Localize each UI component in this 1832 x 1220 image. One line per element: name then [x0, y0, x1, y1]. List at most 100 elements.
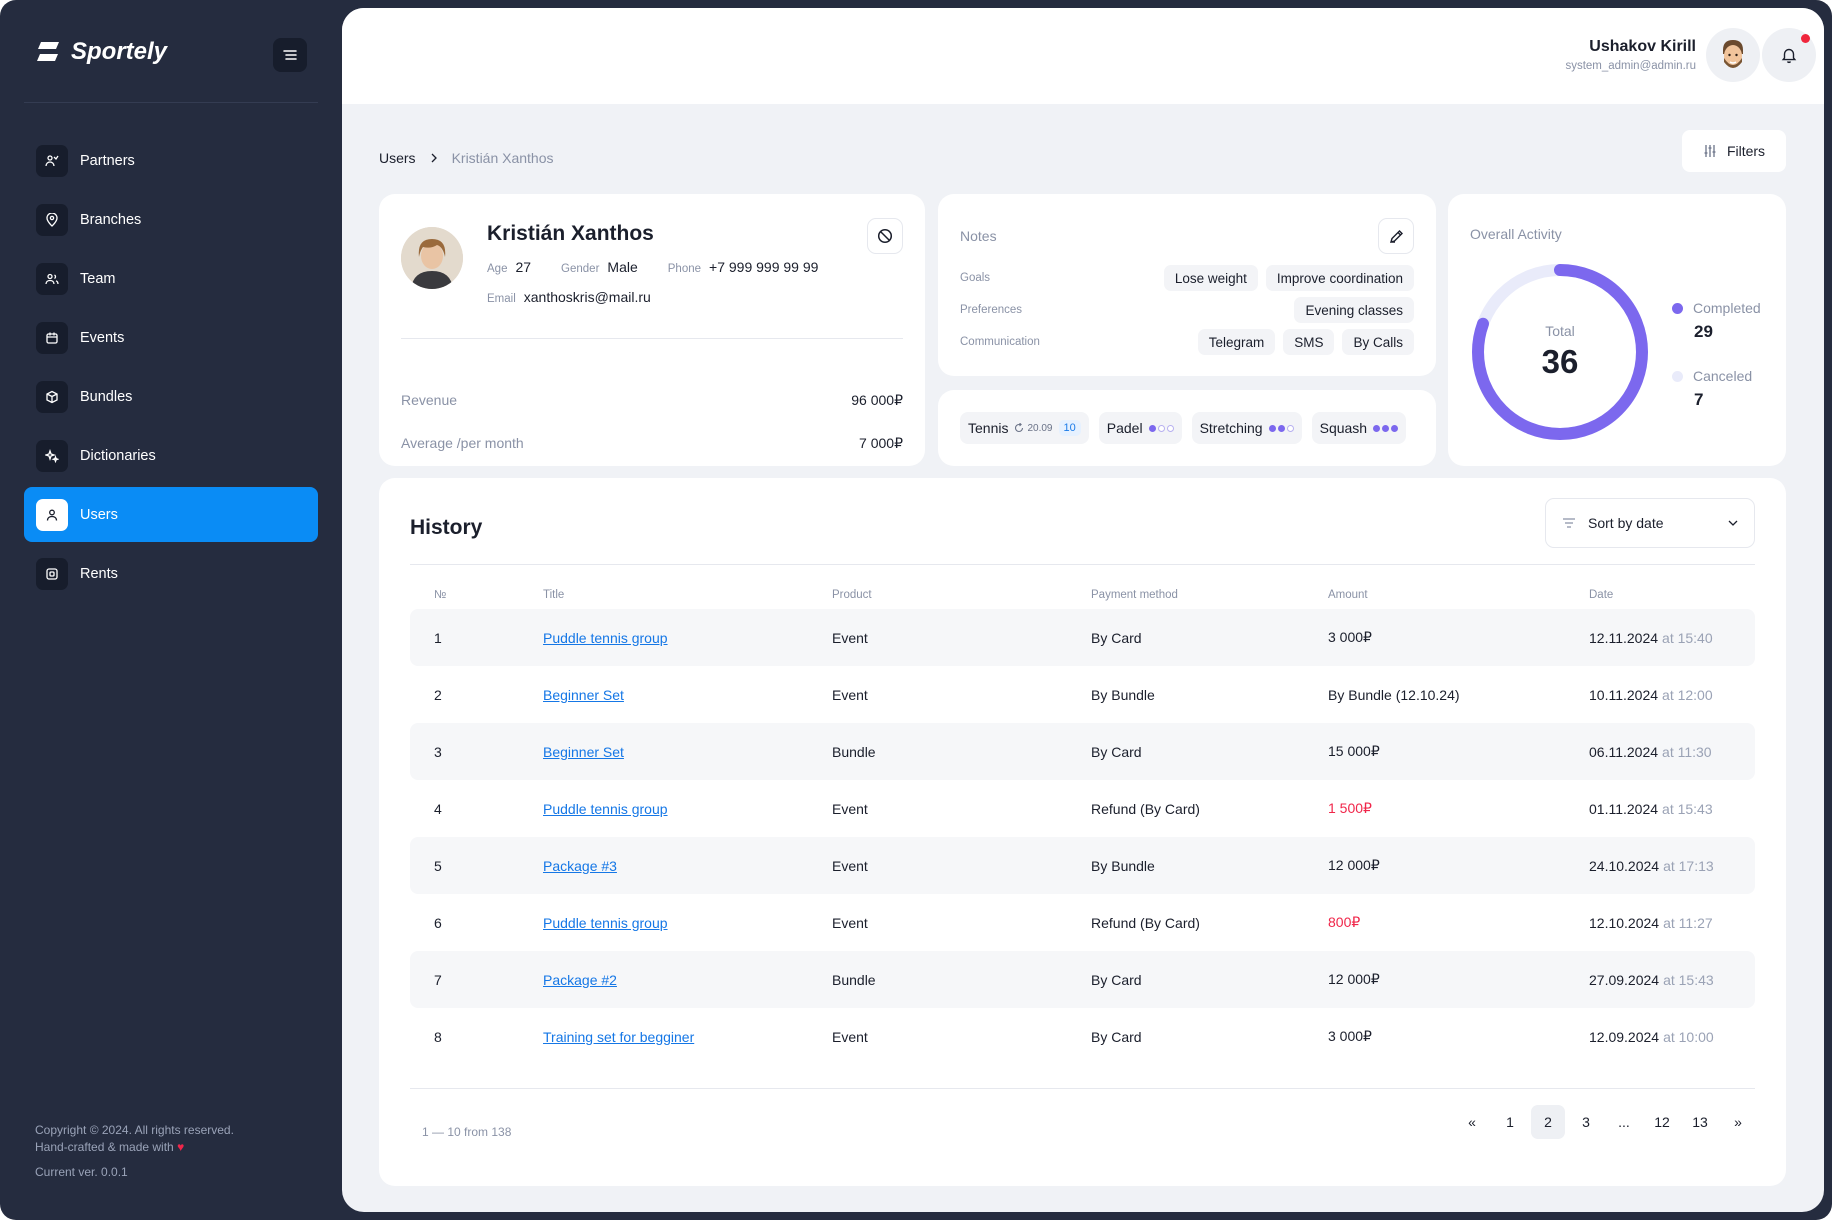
sidebar-item-label: Events: [80, 329, 125, 346]
menu-toggle-button[interactable]: [273, 38, 307, 72]
sport-chip-tennis[interactable]: Tennis 20.09 10: [960, 412, 1089, 444]
table-header: № Title Product Payment method Amount Da…: [410, 586, 1755, 604]
column-header: №: [434, 589, 447, 601]
app-window: Sportely Partners Branches Team Events B…: [0, 0, 1832, 1220]
legend-swatch: [1672, 370, 1683, 382]
row-title-cell: Puddle tennis group: [543, 894, 668, 951]
sidebar-nav: Partners Branches Team Events Bundles Di…: [24, 133, 318, 605]
sidebar-item-team[interactable]: Team: [24, 251, 318, 306]
tag: Lose weight: [1163, 265, 1258, 291]
row-payment-method: Refund (By Card): [1091, 800, 1200, 817]
sidebar-item-dictionaries[interactable]: Dictionaries: [24, 428, 318, 483]
page-button[interactable]: 12: [1645, 1105, 1679, 1139]
row-time: at 12:00: [1662, 686, 1713, 703]
last-page-button[interactable]: »: [1721, 1105, 1755, 1139]
row-date-cell: 06.11.2024 at 11:30: [1589, 723, 1712, 780]
location-pin-icon: [36, 203, 68, 236]
row-title-cell: Package #2: [543, 951, 617, 1008]
rent-icon: [36, 557, 68, 590]
row-date-cell: 01.11.2024 at 15:43: [1589, 780, 1713, 837]
row-payment-method: Refund (By Card): [1091, 914, 1200, 931]
row-amount: 12 000₽: [1328, 857, 1380, 873]
table-row: 2 Beginner Set Event By Bundle By Bundle (12…: [410, 666, 1755, 723]
row-product: Bundle: [832, 743, 876, 760]
user-icon: [36, 498, 68, 531]
sidebar-item-bundles[interactable]: Bundles: [24, 369, 318, 424]
row-title-link[interactable]: Package #2: [543, 972, 617, 988]
page-button[interactable]: 3: [1569, 1105, 1603, 1139]
row-payment-method: By Bundle: [1091, 686, 1155, 703]
sport-chip-squash[interactable]: Squash: [1311, 412, 1407, 444]
goals-tags: Lose weight Improve coordination: [1163, 265, 1414, 291]
first-page-button[interactable]: «: [1455, 1105, 1489, 1139]
legend-completed: Completed 29: [1672, 300, 1761, 342]
legend-canceled: Canceled 7: [1672, 368, 1752, 410]
row-number: 1: [434, 629, 442, 646]
revenue-row: Revenue 96 000₽: [401, 392, 903, 409]
row-title-link[interactable]: Training set for begginer: [543, 1029, 694, 1045]
top-bar: Ushakov Kirill system_admin@admin.ru: [342, 8, 1824, 104]
filters-button[interactable]: Filters: [1682, 130, 1786, 172]
block-icon: [877, 228, 893, 244]
row-title-link[interactable]: Puddle tennis group: [543, 630, 668, 646]
sidebar-footer: Copyright © 2024. All rights reserved. H…: [35, 1122, 234, 1181]
profile-details-row: Age 27 Gender Male Phone +7 999 999 99 9…: [487, 259, 818, 275]
page-button[interactable]: 13: [1683, 1105, 1717, 1139]
gender-label: Gender: [561, 263, 600, 275]
row-amount: 1 500₽: [1328, 800, 1372, 816]
tag: Improve coordination: [1265, 265, 1414, 291]
copyright-text: Copyright © 2024. All rights reserved.: [35, 1123, 234, 1137]
page-button[interactable]: 2: [1531, 1105, 1565, 1139]
sidebar-item-rents[interactable]: Rents: [24, 546, 318, 601]
row-product: Event: [832, 914, 868, 931]
row-date-cell: 10.11.2024 at 12:00: [1589, 666, 1713, 723]
user-email: system_admin@admin.ru: [1565, 60, 1696, 72]
row-title-link[interactable]: Beginner Set: [543, 744, 624, 760]
average-label: Average /per month: [401, 435, 524, 451]
sidebar-item-branches[interactable]: Branches: [24, 192, 318, 247]
notifications-button[interactable]: [1762, 28, 1816, 82]
sport-chip-padel[interactable]: Padel: [1098, 412, 1182, 444]
current-user-info[interactable]: Ushakov Kirill system_admin@admin.ru: [1565, 38, 1696, 72]
sidebar-item-users[interactable]: Users: [24, 487, 318, 542]
sidebar-item-partners[interactable]: Partners: [24, 133, 318, 188]
row-title-link[interactable]: Puddle tennis group: [543, 915, 668, 931]
sidebar-item-label: Users: [80, 506, 118, 523]
chevron-down-icon: [1728, 520, 1738, 526]
bell-icon: [1781, 48, 1797, 64]
activity-title: Overall Activity: [1470, 226, 1562, 242]
avatar[interactable]: [1706, 28, 1760, 82]
sidebar-item-events[interactable]: Events: [24, 310, 318, 365]
sport-chip-stretching[interactable]: Stretching: [1191, 412, 1302, 444]
row-title-link[interactable]: Beginner Set: [543, 687, 624, 703]
age-label: Age: [487, 263, 508, 275]
edit-notes-button[interactable]: [1378, 218, 1414, 254]
completed-value: 29: [1694, 322, 1713, 341]
row-title-link[interactable]: Package #3: [543, 858, 617, 874]
block-user-button[interactable]: [867, 218, 903, 254]
row-date: 12.11.2024: [1589, 629, 1659, 646]
row-title-link[interactable]: Puddle tennis group: [543, 801, 668, 817]
canceled-label: Canceled: [1693, 368, 1753, 384]
row-date-cell: 27.09.2024 at 15:43: [1589, 951, 1714, 1008]
partners-icon: [36, 144, 68, 177]
tag: SMS: [1283, 329, 1335, 355]
row-date: 06.11.2024: [1589, 743, 1659, 760]
level-dot: [1373, 424, 1381, 432]
sort-dropdown[interactable]: Sort by date: [1545, 498, 1755, 548]
row-date: 01.11.2024: [1589, 800, 1659, 817]
page-button[interactable]: 1: [1493, 1105, 1527, 1139]
row-number: 2: [434, 686, 442, 703]
breadcrumb-users-link[interactable]: Users: [379, 150, 416, 166]
filters-label: Filters: [1726, 143, 1766, 159]
gender-value: Male: [607, 259, 638, 275]
heart-icon: ♥: [177, 1140, 185, 1154]
row-time: at 10:00: [1663, 1028, 1714, 1045]
sparkle-icon: [36, 439, 68, 472]
tag: By Calls: [1342, 329, 1414, 355]
brand-logo[interactable]: Sportely: [35, 38, 167, 66]
preferences-row: Preferences Evening classes: [960, 296, 1414, 324]
row-number: 7: [434, 971, 442, 988]
pagination: «1 2 3... 12 13»: [1455, 1105, 1755, 1139]
breadcrumb: Users Kristián Xanthos: [379, 150, 554, 166]
